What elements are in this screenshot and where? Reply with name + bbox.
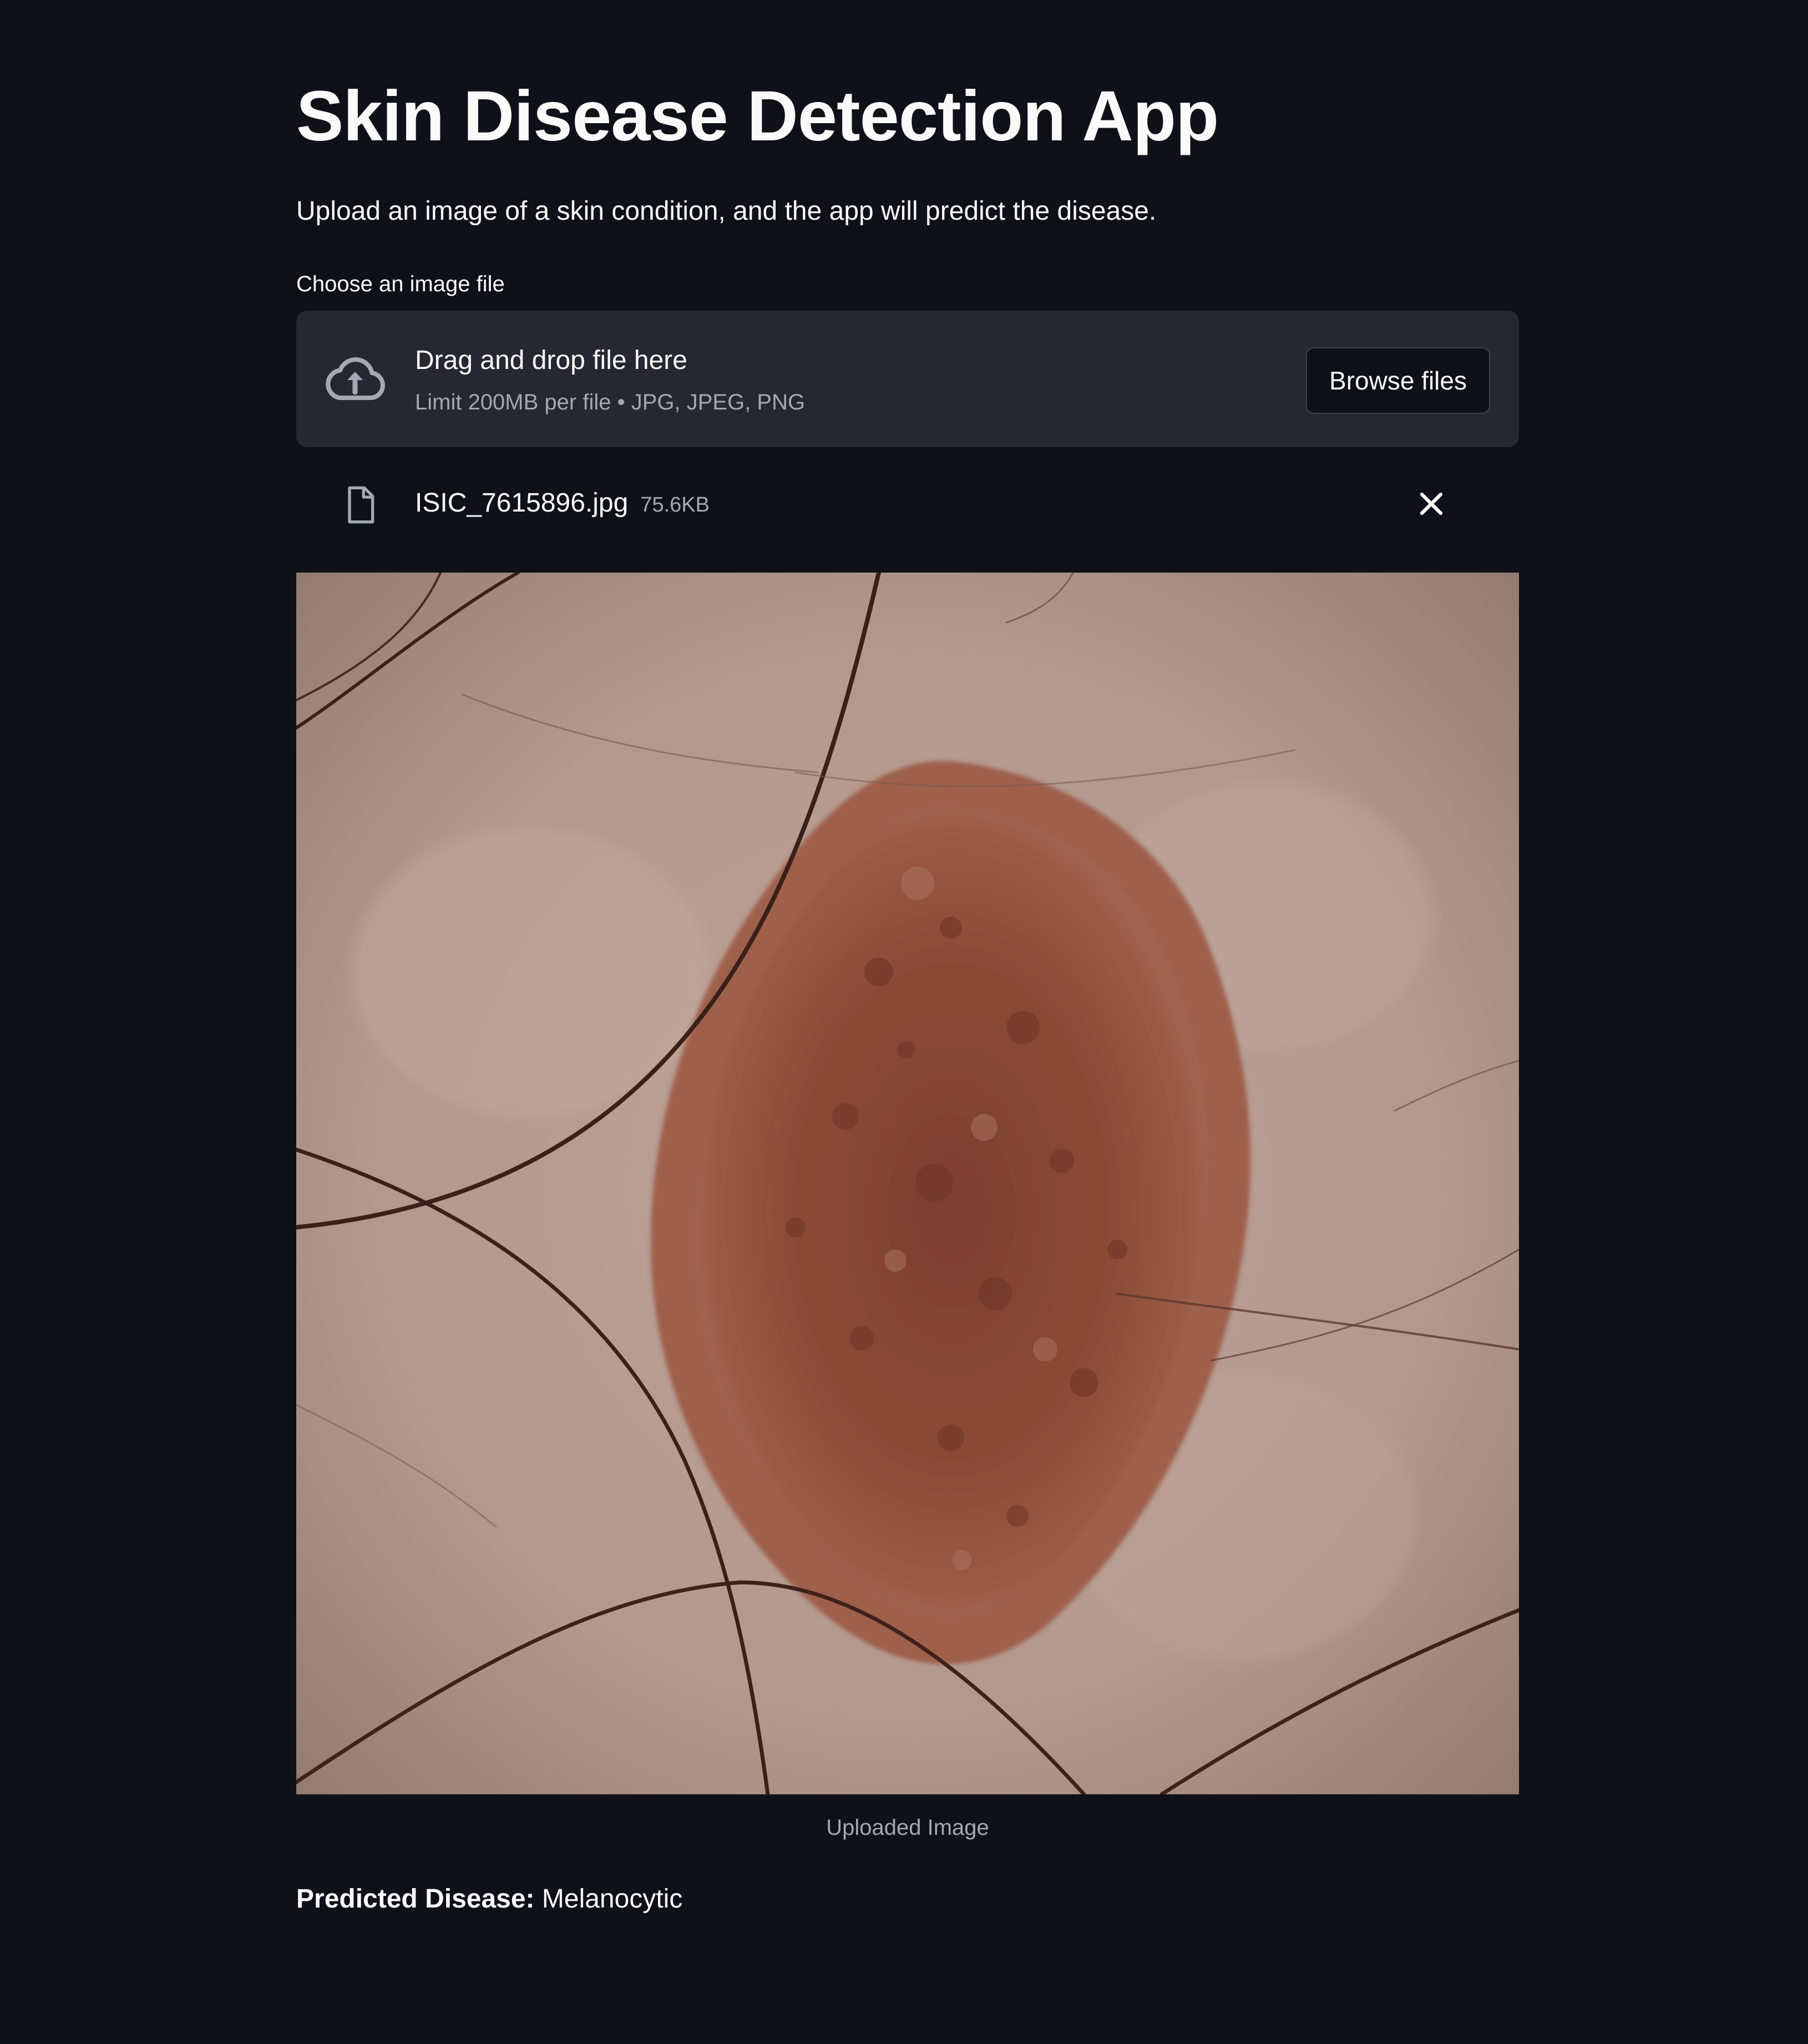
browse-files-button[interactable]: Browse files [1306, 347, 1490, 414]
file-uploader-label: Choose an image file [296, 272, 505, 296]
file-size: 75.6KB [640, 493, 710, 517]
skin-lesion-image [296, 573, 1519, 1794]
close-icon[interactable] [1412, 485, 1450, 523]
file-limit-text: Limit 200MB per file • JPG, JPEG, PNG [415, 390, 806, 414]
prediction-value: Melanocytic [541, 1884, 683, 1914]
cloud-upload-icon [326, 357, 385, 400]
file-dropzone[interactable]: Drag and drop file here Limit 200MB per … [296, 311, 1519, 447]
file-name-text: ISIC_7615896.jpg [415, 488, 629, 518]
page-title: Skin Disease Detection App [296, 77, 1219, 156]
dropzone-text: Drag and drop file here [415, 346, 687, 375]
uploaded-file-name: ISIC_7615896.jpg 75.6KB [415, 484, 710, 524]
image-caption: Uploaded Image [826, 1815, 989, 1840]
uploaded-file-item: ISIC_7615896.jpg 75.6KB [296, 477, 1519, 530]
prediction-result: Predicted Disease: Melanocytic [296, 1880, 682, 1919]
dropzone-instructions: Drag and drop file here Limit 200MB per … [415, 341, 805, 419]
page-subtitle: Upload an image of a skin condition, and… [296, 196, 1157, 226]
prediction-label: Predicted Disease: [296, 1884, 535, 1914]
file-icon [348, 486, 374, 524]
uploaded-image [296, 573, 1519, 1794]
